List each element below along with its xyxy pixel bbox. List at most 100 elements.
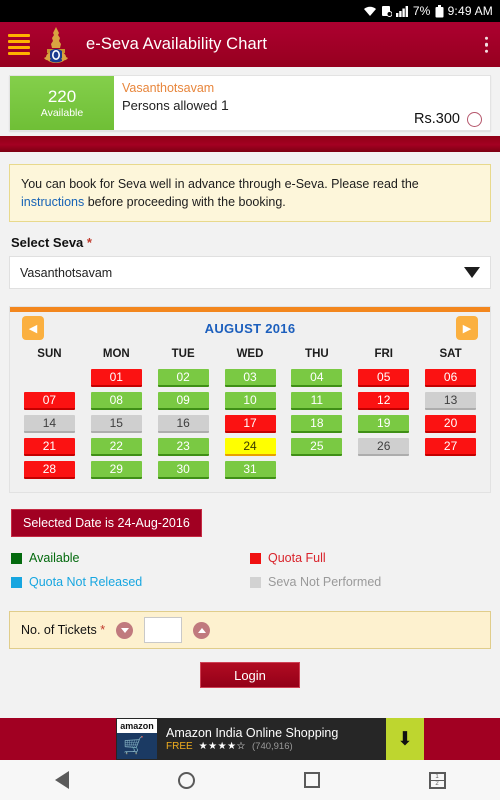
- tickets-label: No. of Tickets *: [21, 623, 105, 637]
- calendar-cell: 27: [417, 435, 484, 458]
- ad-free-label: FREE: [166, 741, 193, 752]
- calendar-day[interactable]: 02: [157, 368, 209, 387]
- calendar-cell: 30: [150, 458, 217, 481]
- ad-banner[interactable]: amazon 🛒 Amazon India Online Shopping FR…: [0, 718, 500, 760]
- calendar-cell: 22: [83, 435, 150, 458]
- calendar-day-empty: [425, 461, 476, 479]
- calendar-day[interactable]: 18: [291, 414, 343, 433]
- home-circle-icon[interactable]: [177, 771, 195, 789]
- calendar-day[interactable]: 07: [23, 391, 75, 410]
- calendar-week-row: 01 02 03 04 05 06: [16, 366, 484, 389]
- legend-item: Quota Not Released: [11, 575, 250, 589]
- calendar-next-month-button[interactable]: ▶: [456, 316, 478, 341]
- login-row: Login: [0, 662, 500, 689]
- instructions-link[interactable]: instructions: [21, 195, 84, 209]
- calendar-cell: 01: [83, 366, 150, 389]
- calendar-day[interactable]: 12: [358, 391, 410, 410]
- calendar-day[interactable]: 14: [23, 414, 75, 433]
- select-seva-dropdown[interactable]: Vasanthotsavam: [9, 256, 491, 290]
- android-nav-bar: 1 2: [0, 760, 500, 800]
- chevron-up-circle-icon[interactable]: [193, 621, 211, 639]
- legend-swatch-icon: [11, 552, 22, 564]
- calendar-cell: 16: [150, 412, 217, 435]
- status-bar: 7% 9:49 AM: [0, 0, 500, 22]
- calendar-day[interactable]: 05: [358, 368, 410, 387]
- required-asterisk: *: [86, 235, 92, 251]
- download-icon[interactable]: ⬇: [386, 718, 424, 760]
- calendar-day-name: FRI: [350, 344, 417, 366]
- calendar-day[interactable]: 10: [224, 391, 276, 410]
- ad-rating-count: (740,916): [252, 741, 293, 752]
- calendar-cell: 17: [217, 412, 284, 435]
- availability-card[interactable]: 220 Available Vasanthotsavam Persons all…: [9, 75, 491, 131]
- calendar-cell: [16, 366, 83, 389]
- calendar-cell: 29: [83, 458, 150, 481]
- legend-item: Available: [11, 551, 250, 565]
- calendar-day-name-label: TUE: [171, 348, 195, 361]
- hamburger-menu-icon[interactable]: [8, 34, 30, 55]
- calendar-prev-month-button[interactable]: ◀: [22, 316, 44, 341]
- calendar-cell: 09: [150, 389, 217, 412]
- calendar-day[interactable]: 04: [291, 368, 343, 387]
- ad-subtitle: FREE ★★★★☆ (740,916): [166, 741, 338, 752]
- calendar-day[interactable]: 17: [224, 414, 276, 433]
- calendar-day[interactable]: 24: [224, 437, 276, 456]
- calendar-cell: 25: [283, 435, 350, 458]
- radio-button-icon[interactable]: [467, 111, 482, 127]
- chevron-down-circle-icon[interactable]: [116, 621, 134, 639]
- page-title: e-Seva Availability Chart: [86, 35, 268, 53]
- calendar-day[interactable]: 22: [90, 437, 142, 456]
- calendar-day[interactable]: 15: [90, 414, 142, 433]
- ad-text: Amazon India Online Shopping FREE ★★★★☆ …: [166, 726, 338, 752]
- recents-square-icon[interactable]: [303, 772, 320, 788]
- legend-item: Seva Not Performed: [250, 575, 489, 589]
- calendar-day[interactable]: 21: [23, 437, 75, 456]
- calendar-day[interactable]: 01: [90, 368, 142, 387]
- kebab-menu-icon[interactable]: [484, 36, 488, 53]
- tickets-required-asterisk: *: [100, 623, 106, 638]
- calendar-day-name-label: WED: [236, 348, 264, 361]
- status-bar-clock: 9:49 AM: [447, 4, 493, 18]
- select-seva-label: Select Seva *: [11, 235, 500, 250]
- calendar-cell: 14: [16, 412, 83, 435]
- battery-percent: 7%: [412, 4, 431, 18]
- calendar-day[interactable]: 16: [157, 414, 209, 433]
- calendar-day[interactable]: 20: [425, 414, 477, 433]
- tickets-section: No. of Tickets *: [9, 611, 491, 650]
- tickets-input[interactable]: [144, 617, 183, 644]
- calendar-day[interactable]: 23: [157, 437, 209, 456]
- split-top-label: 1: [430, 774, 444, 781]
- calendar-day[interactable]: 27: [425, 437, 477, 456]
- calendar-day[interactable]: 19: [358, 414, 410, 433]
- legend: Available Quota Full Quota Not Released Sev…: [11, 551, 489, 589]
- partial-scrolled-strip: ’: [0, 136, 500, 152]
- calendar-day[interactable]: 28: [23, 460, 75, 479]
- calendar-day[interactable]: 09: [157, 391, 209, 410]
- calendar-day[interactable]: 11: [291, 391, 343, 410]
- calendar-cell: [350, 458, 417, 481]
- back-triangle-icon[interactable]: [54, 771, 69, 789]
- calendar-day[interactable]: 25: [291, 437, 343, 456]
- calendar-day[interactable]: 30: [157, 460, 209, 479]
- calendar-cell: 12: [350, 389, 417, 412]
- ad-content[interactable]: amazon 🛒 Amazon India Online Shopping FR…: [116, 718, 386, 760]
- calendar-cell: 21: [16, 435, 83, 458]
- calendar-day[interactable]: 29: [90, 460, 142, 479]
- battery-icon: [435, 4, 444, 18]
- select-seva-label-text: Select Seva: [11, 235, 84, 251]
- login-button[interactable]: Login: [200, 662, 300, 689]
- calendar-day[interactable]: 13: [425, 391, 477, 410]
- calendar-day-name-label: SUN: [37, 348, 62, 361]
- calendar-cell: 23: [150, 435, 217, 458]
- split-screen-icon[interactable]: 1 2: [428, 771, 446, 789]
- calendar-day[interactable]: 06: [425, 368, 477, 387]
- calendar-day[interactable]: 03: [224, 368, 276, 387]
- legend-label: Quota Not Released: [29, 575, 143, 590]
- calendar-day[interactable]: 08: [90, 391, 142, 410]
- calendar-day[interactable]: 31: [224, 460, 276, 479]
- persons-allowed-label: Persons allowed: [122, 98, 218, 113]
- calendar-cell: 08: [83, 389, 150, 412]
- calendar-day[interactable]: 26: [358, 437, 410, 456]
- availability-badge: 220 Available: [10, 76, 114, 130]
- calendar-cell: 26: [350, 435, 417, 458]
